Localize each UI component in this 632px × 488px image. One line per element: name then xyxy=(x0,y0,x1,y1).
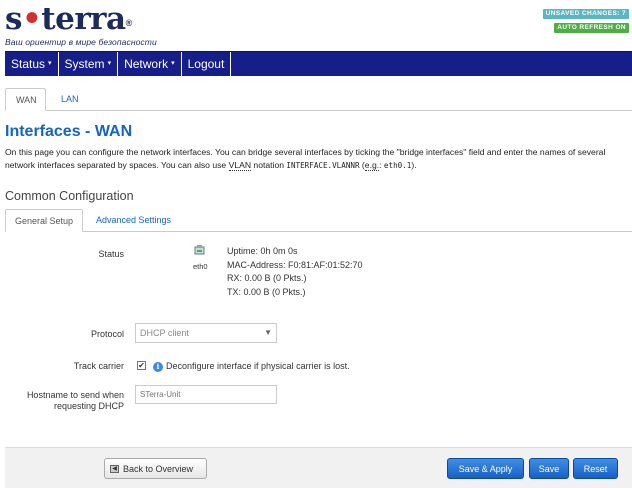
protocol-label: Protocol xyxy=(90,329,124,339)
tab-lan[interactable]: LAN xyxy=(51,88,89,111)
menu-system[interactable]: System ▾ xyxy=(59,52,119,76)
dropdown-arrow-icon: ▼ xyxy=(264,328,272,337)
menu-logout[interactable]: Logout xyxy=(182,52,232,76)
back-arrow-icon: ◀ xyxy=(110,464,119,473)
chevron-down-icon: ▾ xyxy=(107,60,112,67)
tagline: Ваш ориентир в мире безопасности xyxy=(5,37,157,47)
header: s•terra® Ваш ориентир в мире безопасност… xyxy=(0,0,632,50)
tx-text: TX: 0.00 B (0 Pkts.) xyxy=(227,286,306,297)
interface-tabs: WAN LAN xyxy=(5,88,632,111)
track-carrier-checkbox[interactable]: ✔ xyxy=(137,361,146,370)
tab-general-setup[interactable]: General Setup xyxy=(5,209,83,232)
save-button[interactable]: Save xyxy=(529,458,569,479)
rx-text: RX: 0.00 B (0 Pkts.) xyxy=(227,273,307,283)
interface-name: eth0 xyxy=(193,262,208,271)
uptime-text: Uptime: 0h 0m 0s xyxy=(227,246,298,256)
back-to-overview-button[interactable]: ◀ Back to Overview xyxy=(104,458,207,479)
section-title: Common Configuration xyxy=(5,189,134,203)
track-carrier-label: Track carrier xyxy=(73,361,124,371)
chevron-down-icon: ▾ xyxy=(171,60,175,67)
track-carrier-hint: Deconfigure interface if physical carrie… xyxy=(166,361,350,371)
hostname-input[interactable] xyxy=(135,385,277,404)
network-port-icon xyxy=(194,245,205,255)
mac-address-text: MAC-Address: F0:81:AF:01:52:70 xyxy=(227,259,363,270)
logo: s•terra® Ваш ориентир в мире безопасност… xyxy=(5,3,157,47)
hostname-label: Hostname to send when requesting DHCP xyxy=(26,390,124,411)
auto-refresh-badge[interactable]: AUTO REFRESH ON xyxy=(554,23,629,33)
badges: UNSAVED CHANGES: 7 AUTO REFRESH ON xyxy=(542,9,629,33)
logo-text: s•terra® xyxy=(5,1,132,37)
status-details: Uptime: 0h 0m 0s MAC-Address: F0:81:AF:0… xyxy=(227,245,363,299)
config-tabs: General Setup Advanced Settings xyxy=(5,209,632,232)
save-apply-button[interactable]: Save & Apply xyxy=(447,458,524,479)
reset-button[interactable]: Reset xyxy=(573,458,618,479)
tab-advanced-settings[interactable]: Advanced Settings xyxy=(86,209,181,232)
protocol-select[interactable]: DHCP client ▼ xyxy=(135,323,277,343)
main-menu: Status ▾ System ▾ Network ▾ Logout xyxy=(5,51,632,76)
menu-status[interactable]: Status ▾ xyxy=(5,52,59,76)
chevron-down-icon: ▾ xyxy=(48,60,52,67)
status-label: Status xyxy=(98,249,124,259)
page-title: Interfaces - WAN xyxy=(5,123,133,140)
unsaved-changes-badge[interactable]: UNSAVED CHANGES: 7 xyxy=(542,9,629,19)
page-description: On this page you can configure the netwo… xyxy=(5,147,606,171)
tab-wan[interactable]: WAN xyxy=(5,88,46,111)
info-icon: i xyxy=(153,362,163,372)
menu-network[interactable]: Network ▾ xyxy=(118,52,182,76)
